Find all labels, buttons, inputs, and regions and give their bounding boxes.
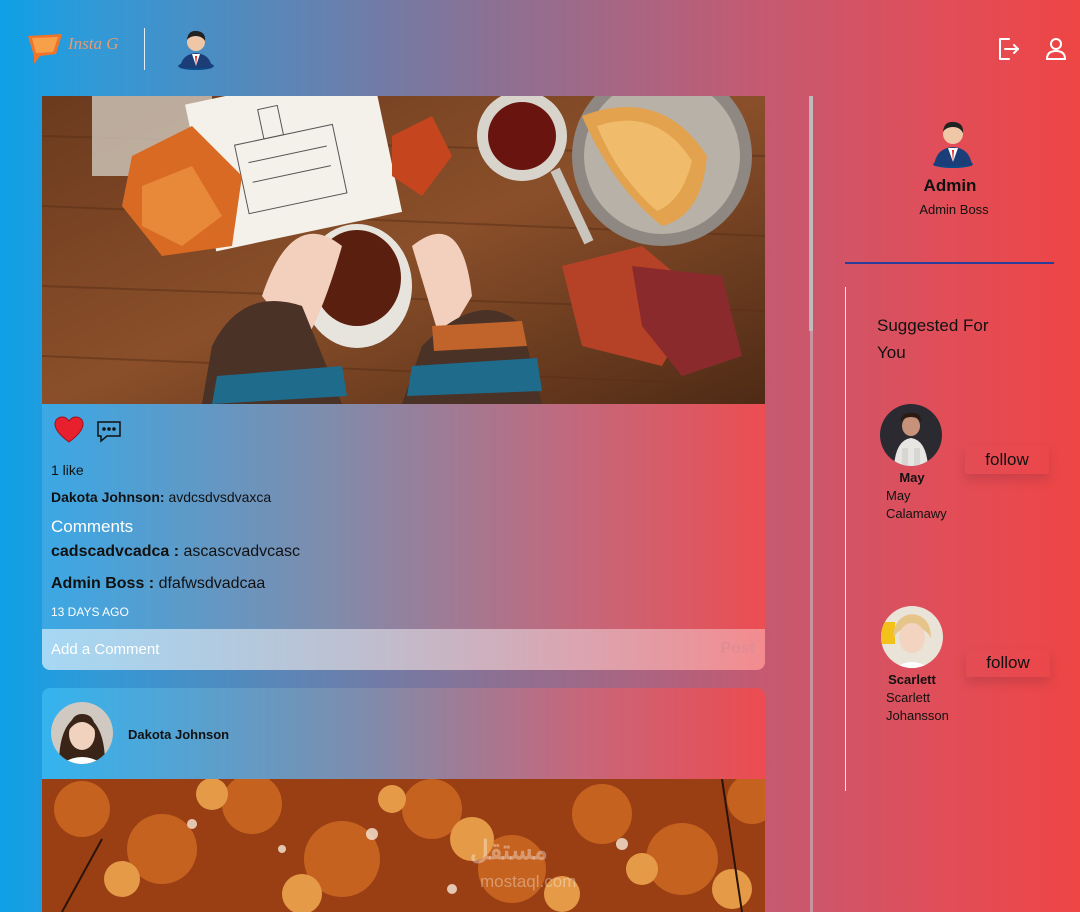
- like-count: 1 like: [51, 462, 84, 478]
- post-image[interactable]: [42, 96, 765, 404]
- suggestion-fullname: May Calamawy: [886, 488, 947, 521]
- post-image[interactable]: [42, 779, 765, 912]
- post-photo-illustration: [42, 96, 765, 404]
- header-avatar[interactable]: [176, 26, 216, 70]
- suggestions-border: [845, 287, 846, 791]
- post-author-name[interactable]: Dakota Johnson: [128, 727, 229, 742]
- profile-avatar[interactable]: [931, 116, 975, 168]
- follow-button[interactable]: follow: [965, 446, 1049, 474]
- add-comment-input[interactable]: [42, 629, 682, 670]
- post-comment-button[interactable]: Post: [720, 640, 755, 658]
- comment-icon[interactable]: [96, 419, 122, 443]
- feed-scrollbar-thumb[interactable]: [809, 96, 813, 331]
- post-timestamp: 13 DAYS AGO: [51, 605, 129, 619]
- caption-author[interactable]: Dakota Johnson:: [51, 489, 165, 505]
- heart-icon[interactable]: [54, 416, 84, 444]
- suggestion-avatar[interactable]: [881, 606, 943, 668]
- post-photo-illustration: [42, 779, 765, 912]
- watermark-latin: mostaql.com: [480, 872, 577, 891]
- header-divider: [144, 28, 145, 70]
- comment-author[interactable]: cadscadvcadca :: [51, 543, 179, 560]
- profile-handle: Admin Boss: [919, 202, 989, 217]
- follow-button[interactable]: follow: [966, 649, 1050, 677]
- logo-tagline: · · · · · · · · · ·: [70, 53, 109, 59]
- comment-text: dfafwsdvadcaa: [158, 575, 266, 592]
- user-icon[interactable]: [1043, 36, 1069, 62]
- logo-text: Insta G: [68, 34, 119, 53]
- comment-item: Admin Boss : dfafwsdvadcaa: [51, 575, 265, 593]
- caption-text: avdcsdvsdvaxca: [168, 489, 272, 505]
- app-logo[interactable]: Insta G · · · · · · · · · ·: [26, 28, 130, 68]
- add-comment-bar: Post: [42, 629, 765, 670]
- post-author-avatar[interactable]: [51, 702, 113, 764]
- suggestion-username[interactable]: Scarlett: [882, 672, 942, 687]
- logo-icon: [28, 34, 62, 64]
- watermark-arabic: مستقل: [470, 835, 548, 865]
- profile-name[interactable]: Admin: [900, 176, 1000, 196]
- suggestion-fullname: Scarlett Johansson: [886, 690, 949, 723]
- suggestions-title: Suggested For You: [877, 316, 989, 362]
- comment-text: ascascvadvcasc: [183, 543, 301, 560]
- profile-divider: [845, 262, 1054, 264]
- post-caption: Dakota Johnson: avdcsdvsdvaxca: [51, 489, 271, 505]
- comment-item: cadscadvcadca : ascascvadvcasc: [51, 543, 300, 561]
- comments-heading: Comments: [51, 517, 134, 536]
- suggestion-username[interactable]: May: [882, 470, 942, 485]
- suggestion-avatar[interactable]: [880, 404, 942, 466]
- comment-author[interactable]: Admin Boss :: [51, 575, 154, 592]
- logout-icon[interactable]: [995, 36, 1021, 62]
